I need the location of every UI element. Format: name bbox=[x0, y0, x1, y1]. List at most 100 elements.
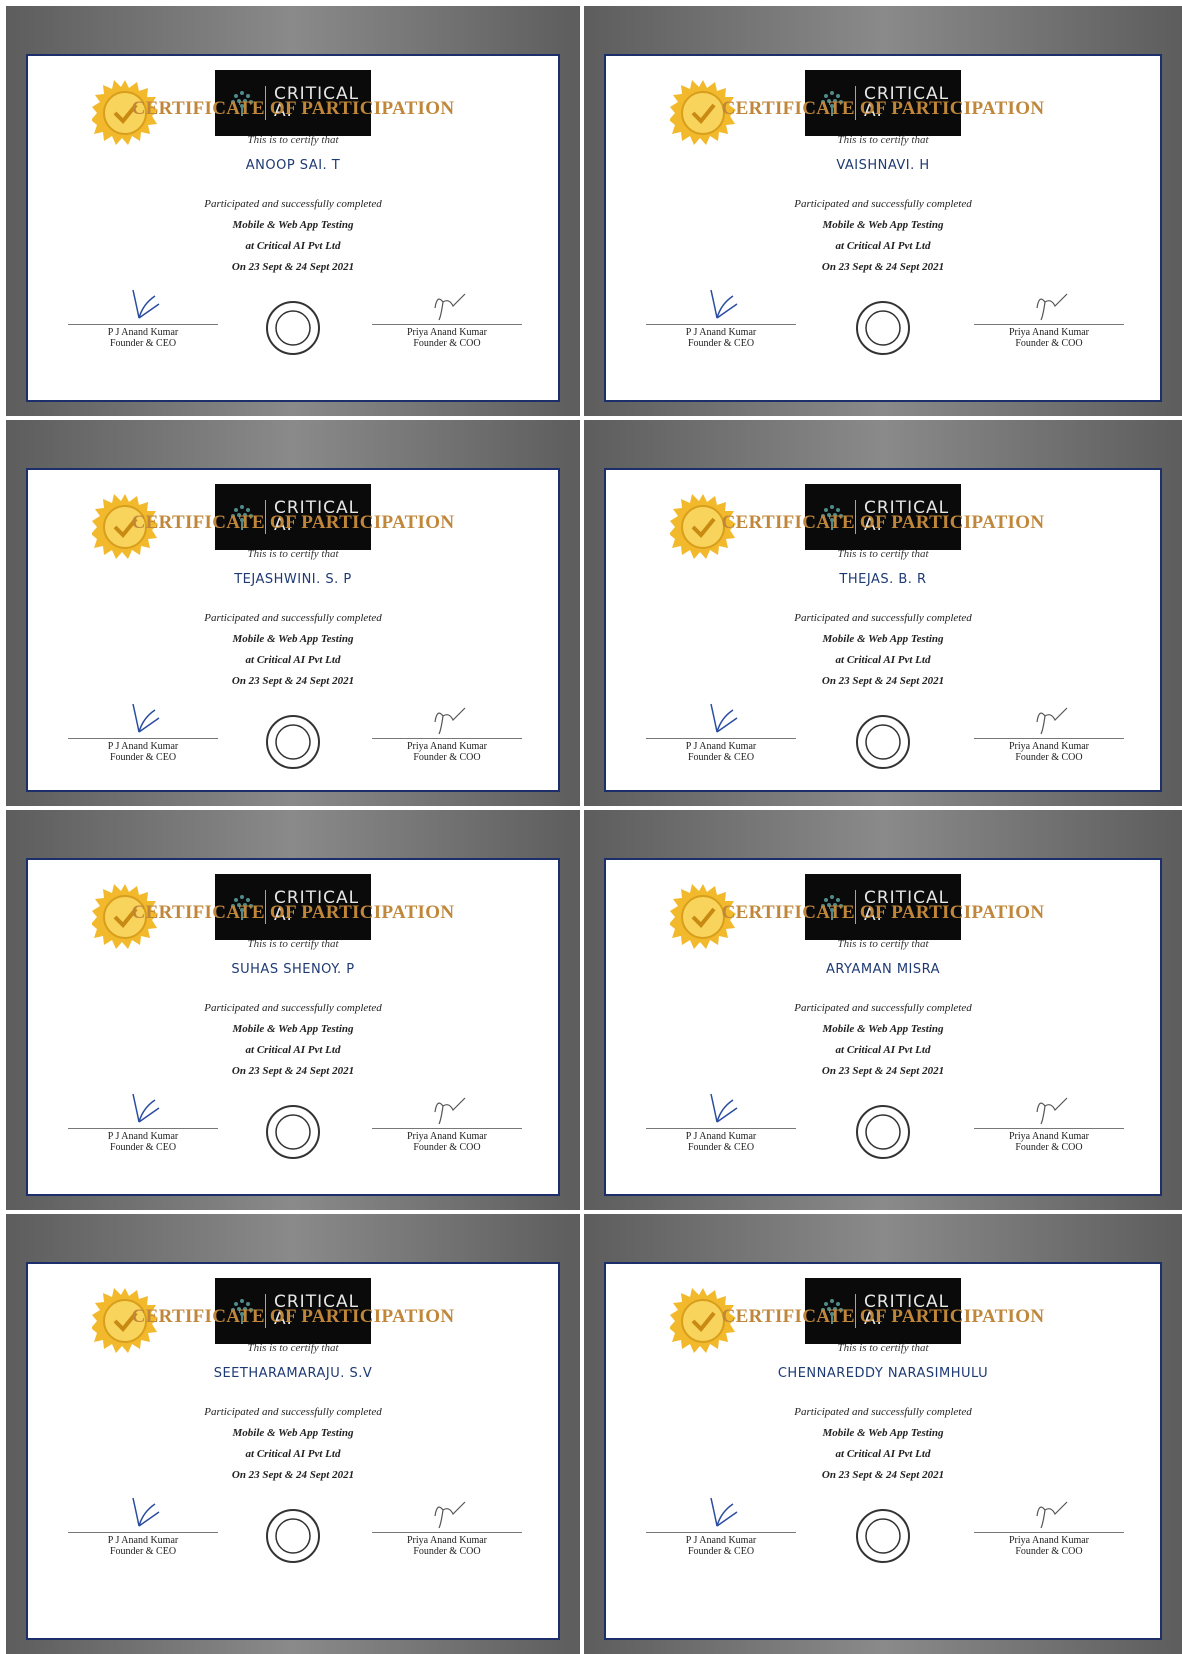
course-name: Mobile & Web App Testing bbox=[822, 219, 944, 231]
certificate-title: CERTIFICATE OF PARTICIPATION bbox=[131, 1306, 455, 1327]
signature-line bbox=[974, 1532, 1124, 1533]
company-stamp-icon bbox=[856, 1105, 910, 1159]
recipient-name: ANOOP SAI. T bbox=[245, 158, 341, 173]
signatory-left-name: P J Anand Kumar bbox=[107, 1535, 179, 1546]
certificate-title: CERTIFICATE OF PARTICIPATION bbox=[721, 902, 1045, 923]
course-dates: On 23 Sept & 24 Sept 2021 bbox=[821, 675, 945, 687]
certificate-title: CERTIFICATE OF PARTICIPATION bbox=[131, 512, 455, 533]
signatory-right-role: Founder & COO bbox=[413, 1142, 481, 1153]
company-name: at Critical AI Pvt Ltd bbox=[835, 654, 931, 666]
signature-line bbox=[68, 1532, 218, 1533]
signatory-left-role: Founder & CEO bbox=[109, 1546, 177, 1557]
participated-text: Participated and successfully completed bbox=[204, 198, 382, 210]
signature-right-icon bbox=[1036, 1097, 1068, 1125]
course-name: Mobile & Web App Testing bbox=[232, 219, 354, 231]
signature-left-icon bbox=[132, 1093, 160, 1123]
signatory-right-name: Priya Anand Kumar bbox=[407, 741, 487, 752]
company-name: at Critical AI Pvt Ltd bbox=[835, 240, 931, 252]
course-dates: On 23 Sept & 24 Sept 2021 bbox=[231, 261, 355, 273]
signature-line bbox=[974, 1128, 1124, 1129]
signatory-left-name: P J Anand Kumar bbox=[685, 1131, 757, 1142]
certify-text: This is to certify that bbox=[837, 134, 929, 146]
signatory-right-role: Founder & COO bbox=[413, 338, 481, 349]
signature-left: P J Anand Kumar Founder & CEO bbox=[68, 1090, 218, 1153]
signatory-left-name: P J Anand Kumar bbox=[685, 1535, 757, 1546]
certificate: CRITICAL AI CERTIFICATE OF PARTICIPATION… bbox=[584, 420, 1182, 806]
signatory-right-role: Founder & COO bbox=[413, 752, 481, 763]
signature-line bbox=[68, 1128, 218, 1129]
signatory-left-name: P J Anand Kumar bbox=[685, 327, 757, 338]
signatory-right-name: Priya Anand Kumar bbox=[1009, 1535, 1089, 1546]
company-stamp-icon bbox=[856, 715, 910, 769]
signatory-left-role: Founder & CEO bbox=[109, 338, 177, 349]
signature-left-icon bbox=[710, 289, 738, 319]
certificate: CRITICAL AI CERTIFICATE OF PARTICIPATION… bbox=[6, 420, 580, 806]
company-stamp-icon bbox=[266, 1105, 320, 1159]
signature-line bbox=[372, 738, 522, 739]
signatory-left-role: Founder & CEO bbox=[687, 752, 755, 763]
signature-right-icon bbox=[434, 293, 466, 321]
signature-left-icon bbox=[132, 289, 160, 319]
signatory-right-role: Founder & COO bbox=[1015, 752, 1083, 763]
certificate-card: CRITICAL AI CERTIFICATE OF PARTICIPATION… bbox=[26, 54, 560, 402]
certify-text: This is to certify that bbox=[837, 548, 929, 560]
participated-text: Participated and successfully completed bbox=[794, 1002, 972, 1014]
course-name: Mobile & Web App Testing bbox=[232, 1023, 354, 1035]
signature-left: P J Anand Kumar Founder & CEO bbox=[646, 1090, 796, 1153]
signatory-right-name: Priya Anand Kumar bbox=[1009, 327, 1089, 338]
signature-right: Priya Anand Kumar Founder & COO bbox=[974, 700, 1124, 763]
recipient-name: THEJAS. B. R bbox=[839, 572, 927, 587]
signatory-right-role: Founder & COO bbox=[1015, 338, 1083, 349]
certificate-card: CRITICAL AI CERTIFICATE OF PARTICIPATION… bbox=[604, 1262, 1162, 1640]
certificate-card: CRITICAL AI CERTIFICATE OF PARTICIPATION… bbox=[26, 858, 560, 1196]
participated-text: Participated and successfully completed bbox=[204, 612, 382, 624]
signature-left-icon bbox=[710, 1497, 738, 1527]
certify-text: This is to certify that bbox=[837, 1342, 929, 1354]
signature-line bbox=[372, 324, 522, 325]
company-name: at Critical AI Pvt Ltd bbox=[245, 654, 341, 666]
signature-left: P J Anand Kumar Founder & CEO bbox=[68, 700, 218, 763]
course-dates: On 23 Sept & 24 Sept 2021 bbox=[231, 1065, 355, 1077]
course-dates: On 23 Sept & 24 Sept 2021 bbox=[231, 675, 355, 687]
course-name: Mobile & Web App Testing bbox=[822, 633, 944, 645]
recipient-name: ARYAMAN MISRA bbox=[825, 962, 941, 977]
certify-text: This is to certify that bbox=[247, 548, 339, 560]
signature-right: Priya Anand Kumar Founder & COO bbox=[974, 286, 1124, 349]
certificate: CRITICAL AI CERTIFICATE OF PARTICIPATION… bbox=[6, 810, 580, 1210]
signature-right-icon bbox=[1036, 293, 1068, 321]
company-stamp-icon bbox=[856, 301, 910, 355]
signature-line bbox=[372, 1128, 522, 1129]
signature-line bbox=[646, 1128, 796, 1129]
signature-line bbox=[646, 738, 796, 739]
participated-text: Participated and successfully completed bbox=[794, 198, 972, 210]
certificate-title: CERTIFICATE OF PARTICIPATION bbox=[721, 98, 1045, 119]
certify-text: This is to certify that bbox=[837, 938, 929, 950]
company-stamp-icon bbox=[856, 1509, 910, 1563]
signatory-left-name: P J Anand Kumar bbox=[107, 1131, 179, 1142]
recipient-name: SUHAS SHENOY. P bbox=[231, 962, 355, 977]
signature-left: P J Anand Kumar Founder & CEO bbox=[68, 1494, 218, 1557]
signatory-left-role: Founder & CEO bbox=[109, 1142, 177, 1153]
participated-text: Participated and successfully completed bbox=[204, 1002, 382, 1014]
course-dates: On 23 Sept & 24 Sept 2021 bbox=[821, 1469, 945, 1481]
signature-line bbox=[974, 324, 1124, 325]
course-name: Mobile & Web App Testing bbox=[232, 1427, 354, 1439]
signature-left-icon bbox=[710, 1093, 738, 1123]
course-dates: On 23 Sept & 24 Sept 2021 bbox=[821, 1065, 945, 1077]
certificate-card: CRITICAL AI CERTIFICATE OF PARTICIPATION… bbox=[604, 858, 1162, 1196]
company-name: at Critical AI Pvt Ltd bbox=[835, 1044, 931, 1056]
signature-line bbox=[974, 738, 1124, 739]
signature-left-icon bbox=[132, 1497, 160, 1527]
signature-line bbox=[372, 1532, 522, 1533]
signature-right-icon bbox=[434, 707, 466, 735]
certify-text: This is to certify that bbox=[247, 1342, 339, 1354]
certificate: CRITICAL AI CERTIFICATE OF PARTICIPATION… bbox=[6, 1214, 580, 1654]
certificate: CRITICAL AI CERTIFICATE OF PARTICIPATION… bbox=[584, 1214, 1182, 1654]
certify-text: This is to certify that bbox=[247, 938, 339, 950]
certify-text: This is to certify that bbox=[247, 134, 339, 146]
signatory-left-name: P J Anand Kumar bbox=[107, 741, 179, 752]
recipient-name: VAISHNAVI. H bbox=[836, 158, 930, 173]
certificate-title: CERTIFICATE OF PARTICIPATION bbox=[131, 98, 455, 119]
signature-right: Priya Anand Kumar Founder & COO bbox=[372, 1090, 522, 1153]
signatory-left-role: Founder & CEO bbox=[687, 1142, 755, 1153]
